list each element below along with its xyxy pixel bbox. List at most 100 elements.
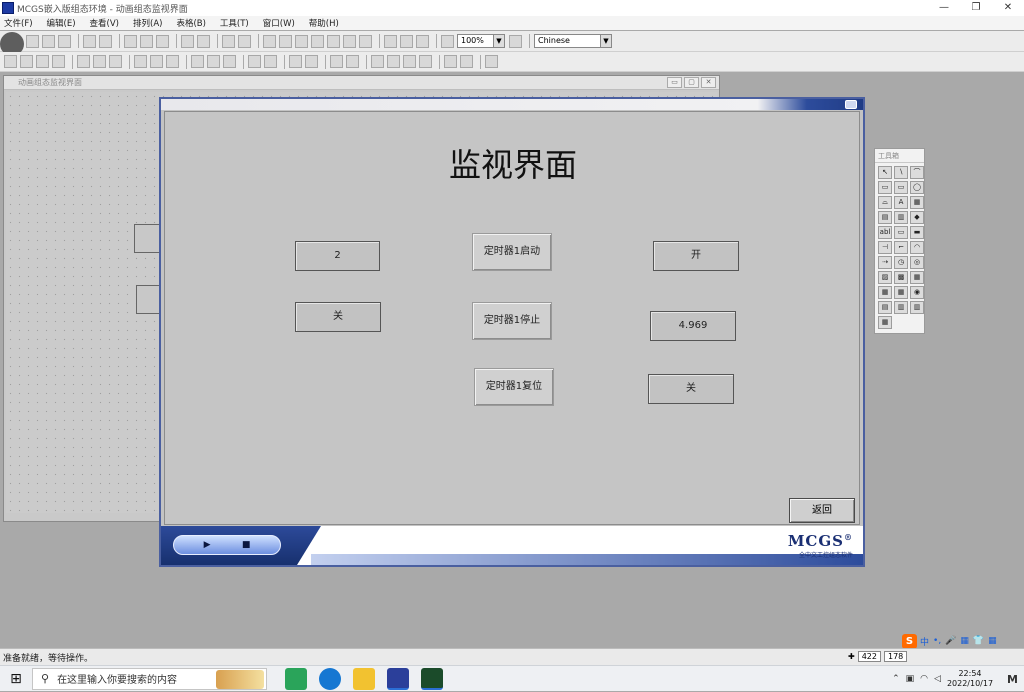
canvas-object[interactable] (134, 224, 162, 253)
center-v-icon[interactable] (223, 55, 236, 68)
space-v-icon[interactable] (191, 55, 204, 68)
grid-tool-icon[interactable]: ▥ (910, 301, 924, 314)
runtime-menu-icon[interactable] (845, 100, 857, 109)
style-icon[interactable] (387, 55, 400, 68)
menu-view[interactable]: 查看(V) (90, 17, 119, 29)
style-icon[interactable] (371, 55, 384, 68)
zoom-select[interactable]: 100% ▼ (457, 34, 505, 48)
chart-icon[interactable] (416, 34, 429, 48)
table-tool-icon[interactable]: ▦ (910, 271, 924, 284)
element-tool-icon[interactable]: ◆ (910, 211, 924, 224)
list-tool-icon[interactable]: ▥ (894, 301, 908, 314)
ime-language[interactable]: 中 (920, 635, 929, 648)
text-tool-icon[interactable]: A (894, 196, 908, 209)
ime-punctuation[interactable]: •, (933, 636, 941, 646)
back-icon[interactable] (264, 55, 277, 68)
group-icon[interactable] (330, 55, 343, 68)
timer1-reset-button[interactable]: 定时器1复位 (474, 368, 554, 406)
polygon-tool-icon[interactable]: ⌓ (878, 196, 892, 209)
paste-icon[interactable] (156, 34, 169, 48)
flip-icon[interactable] (305, 55, 318, 68)
clock-tool-icon[interactable]: ◷ (894, 256, 908, 269)
edge-browser-icon[interactable] (319, 667, 341, 690)
same-size-icon[interactable] (150, 55, 163, 68)
bitmap-tool-icon[interactable]: ▦ (910, 196, 924, 209)
same-width-icon[interactable] (109, 55, 122, 68)
style-icon[interactable] (419, 55, 432, 68)
volume-icon[interactable]: ◁ (934, 674, 941, 684)
button-tool-icon[interactable]: ▭ (894, 226, 908, 239)
layer-icon[interactable] (279, 34, 292, 48)
ungroup-icon[interactable] (346, 55, 359, 68)
menu-arrange[interactable]: 排列(A) (133, 17, 162, 29)
axis-tool-icon[interactable]: ⊣ (878, 241, 892, 254)
history-tool-icon[interactable]: ▩ (894, 271, 908, 284)
app-green-icon[interactable] (285, 667, 307, 690)
play-icon[interactable]: ▶ (204, 540, 211, 550)
line-tool-icon[interactable]: ∖ (894, 166, 908, 179)
animation-tool-icon[interactable]: ◉ (910, 286, 924, 299)
menu-help[interactable]: 帮助(H) (309, 17, 339, 29)
tray-app-icon[interactable]: ▣ (906, 674, 915, 684)
editor-maximize-button[interactable]: ▢ (684, 77, 699, 88)
skin-icon[interactable]: 👕 (973, 636, 984, 646)
layer-icon[interactable] (327, 34, 340, 48)
restore-button[interactable]: ❐ (960, 0, 992, 16)
tray-expand-icon[interactable]: ⌃ (892, 674, 900, 684)
timer1-stop-button[interactable]: 定时器1停止 (472, 302, 552, 340)
flow-tool-icon[interactable]: ⇢ (878, 256, 892, 269)
print-icon[interactable] (83, 34, 96, 48)
calendar-tool-icon[interactable]: ▦ (878, 316, 892, 329)
pointer-tool-icon[interactable]: ↖ (878, 166, 892, 179)
properties-icon[interactable] (238, 34, 251, 48)
taskbar-search[interactable]: ⚲ 在这里输入你要搜索的内容 (32, 667, 267, 690)
database-icon[interactable] (400, 34, 413, 48)
library-tool-icon[interactable]: ▤ (878, 211, 892, 224)
menu-window[interactable]: 窗口(W) (263, 17, 295, 29)
layer-icon[interactable] (343, 34, 356, 48)
editor-close-button[interactable]: ✕ (701, 77, 716, 88)
indicator-tool-icon[interactable]: ◎ (910, 256, 924, 269)
layer-icon[interactable] (295, 34, 308, 48)
microphone-icon[interactable]: 🎤 (945, 636, 956, 646)
keyboard-icon[interactable]: ▦ (960, 636, 969, 646)
editor-minimize-button[interactable]: ▭ (667, 77, 682, 88)
ellipse-tool-icon[interactable]: ◯ (910, 181, 924, 194)
align-bottom-icon[interactable] (52, 55, 65, 68)
align-center-icon[interactable] (77, 55, 90, 68)
layer-icon[interactable] (263, 34, 276, 48)
file-explorer-icon[interactable] (353, 667, 375, 690)
bar-tool-icon[interactable]: ▬ (910, 226, 924, 239)
menu-edit[interactable]: 编辑(E) (47, 17, 76, 29)
notification-icon[interactable]: M (1007, 673, 1018, 686)
grid-icon[interactable] (485, 55, 498, 68)
align-right-icon[interactable] (20, 55, 33, 68)
windows-start-icon[interactable]: ⊞ (0, 671, 32, 687)
new-icon[interactable] (26, 34, 39, 48)
window-icon[interactable] (384, 34, 397, 48)
rotate-icon[interactable] (289, 55, 302, 68)
frame-tool-icon[interactable]: ▥ (894, 211, 908, 224)
menu-tools[interactable]: 工具(T) (220, 17, 249, 29)
center-h-icon[interactable] (207, 55, 220, 68)
unlock-icon[interactable] (460, 55, 473, 68)
stop-icon[interactable]: ■ (242, 540, 251, 550)
font-icon[interactable] (509, 34, 522, 48)
cut-icon[interactable] (124, 34, 137, 48)
alarm-tool-icon[interactable]: ▦ (894, 286, 908, 299)
arc-tool-icon[interactable]: ⌒ (910, 166, 924, 179)
sogou-logo-icon[interactable]: S (902, 633, 917, 649)
trend-tool-icon[interactable]: ▨ (878, 271, 892, 284)
round-rect-tool-icon[interactable]: ▭ (894, 181, 908, 194)
close-button[interactable]: ✕ (992, 0, 1024, 16)
chevron-down-icon[interactable]: ▼ (493, 35, 504, 47)
print-preview-icon[interactable] (99, 34, 112, 48)
front-icon[interactable] (248, 55, 261, 68)
mcgs-app-icon[interactable] (387, 667, 409, 690)
same-height-icon[interactable] (134, 55, 147, 68)
timer1-start-button[interactable]: 定时器1启动 (472, 233, 552, 271)
copy-icon[interactable] (140, 34, 153, 48)
gauge-tool-icon[interactable]: ◠ (910, 241, 924, 254)
open-icon[interactable] (42, 34, 55, 48)
combo-tool-icon[interactable]: ▤ (878, 301, 892, 314)
